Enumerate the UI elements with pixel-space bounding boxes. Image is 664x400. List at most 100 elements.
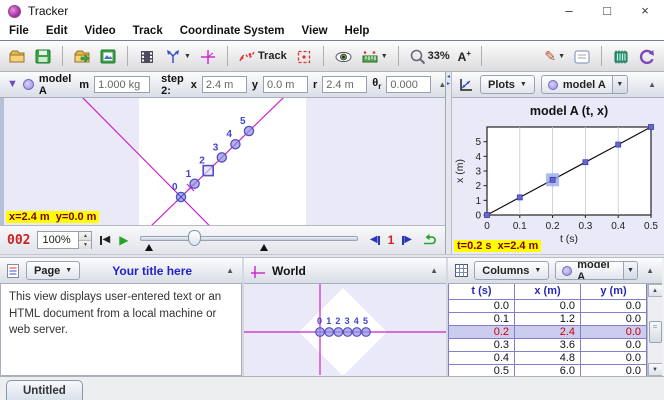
step-point-selected[interactable] (203, 166, 213, 176)
table-scrollbar[interactable]: ▲ ▼ (647, 284, 662, 376)
table-cell[interactable]: 0.1 (449, 312, 515, 325)
collapse-page-button[interactable]: ▲ (224, 266, 236, 275)
menu-video[interactable]: Video (85, 25, 116, 37)
table-cell[interactable]: 0.0 (581, 364, 647, 376)
open-button[interactable] (5, 47, 29, 66)
rate-spinner[interactable]: 100% ▲▼ (37, 231, 92, 249)
table-row[interactable]: 0.44.80.0 (449, 351, 647, 364)
table-cell[interactable]: 0.0 (581, 351, 647, 364)
step-point[interactable] (231, 140, 240, 149)
step-point[interactable] (362, 328, 371, 337)
table-cell[interactable]: 0.0 (581, 338, 647, 351)
step-point[interactable] (316, 328, 325, 337)
table-column-header[interactable]: x (m) (515, 284, 581, 299)
autotracker-button[interactable] (292, 47, 316, 66)
plots-button[interactable]: Plots▼ (480, 75, 535, 94)
measure-button[interactable]: ▼ (358, 47, 391, 66)
track-menu-icon[interactable]: ▼ (7, 79, 18, 90)
collapse-table-button[interactable]: ▲ (644, 266, 656, 275)
table-track-selector[interactable]: model A ▼ (555, 261, 638, 280)
menu-help[interactable]: Help (345, 25, 370, 37)
scrollbar-thumb[interactable] (649, 321, 662, 343)
step-point[interactable] (325, 328, 334, 337)
dropdown-arrow-icon[interactable]: ▼ (623, 262, 637, 279)
mass-field[interactable] (94, 76, 150, 93)
table-cell[interactable]: 0.0 (515, 299, 581, 312)
r-field[interactable] (322, 76, 367, 93)
table-cell[interactable]: 3.6 (515, 338, 581, 351)
table-cell[interactable]: 2.4 (515, 325, 581, 338)
menu-coordinate-system[interactable]: Coordinate System (180, 25, 285, 37)
table-cell[interactable]: 0.4 (449, 351, 515, 364)
plot-point[interactable] (616, 142, 621, 147)
refresh-button[interactable] (635, 47, 659, 66)
export-button[interactable] (96, 47, 120, 66)
close-button[interactable]: × (626, 0, 664, 22)
plot-track-selector[interactable]: model A ▼ (541, 75, 628, 94)
step-forward-button[interactable]: ▶ (401, 235, 413, 245)
slider-track[interactable] (140, 236, 357, 241)
collapse-world-button[interactable]: ▲ (428, 266, 440, 275)
clip-in-marker[interactable] (145, 244, 153, 251)
table-cell[interactable]: 4.8 (515, 351, 581, 364)
theta-field[interactable] (386, 76, 431, 93)
scroll-up-icon[interactable]: ▲ (648, 284, 663, 297)
rate-value[interactable]: 100% (38, 232, 78, 248)
clip-settings-button[interactable] (135, 47, 159, 66)
font-size-button[interactable]: A+ (455, 48, 474, 65)
clip-out-marker[interactable] (260, 244, 268, 251)
page-button[interactable]: Page▼ (26, 261, 80, 280)
step-point[interactable] (343, 328, 352, 337)
y-field[interactable] (263, 76, 308, 93)
minimize-button[interactable]: – (550, 0, 588, 22)
table-cell[interactable]: 0.3 (449, 338, 515, 351)
step-point[interactable] (334, 328, 343, 337)
step-back-button[interactable]: ◀ (369, 235, 381, 245)
loop-button[interactable] (420, 233, 438, 248)
video-view[interactable]: 012345 x=2.4 m y=0.0 m (0, 98, 445, 225)
step-point[interactable] (190, 179, 199, 188)
step-point[interactable] (244, 126, 253, 135)
play-button[interactable]: ▶ (118, 235, 129, 245)
scroll-down-icon[interactable]: ▼ (648, 363, 663, 376)
table-cell[interactable]: 0.0 (581, 312, 647, 325)
table-cell[interactable]: 0.2 (449, 325, 515, 338)
drawings-button[interactable]: ✎ ▼ (541, 48, 568, 64)
step-size-label[interactable]: 1 (388, 233, 395, 247)
table-row[interactable]: 0.00.00.0 (449, 299, 647, 312)
page-content[interactable]: This view displays user-entered text or … (0, 284, 242, 376)
plot-point[interactable] (517, 195, 522, 200)
menu-edit[interactable]: Edit (46, 25, 68, 37)
step-point[interactable] (217, 153, 226, 162)
track-name[interactable]: model A (39, 73, 71, 97)
frame-slider[interactable] (140, 227, 357, 253)
plot-point[interactable] (649, 125, 654, 130)
table-row[interactable]: 0.56.00.0 (449, 364, 647, 376)
axes-button[interactable] (196, 47, 220, 66)
columns-button[interactable]: Columns▼ (474, 261, 549, 280)
plot-point[interactable] (550, 177, 555, 182)
rate-up-button[interactable]: ▲ (79, 232, 91, 240)
reset-button[interactable]: ◀ (99, 235, 111, 245)
table-cell[interactable]: 6.0 (515, 364, 581, 376)
visibility-button[interactable] (331, 47, 356, 66)
table-column-header[interactable]: y (m) (581, 284, 647, 299)
collapse-plot-button[interactable]: ▲ (646, 80, 658, 89)
table-row[interactable]: 0.11.20.0 (449, 312, 647, 325)
table-row[interactable]: 0.33.60.0 (449, 338, 647, 351)
slider-thumb[interactable] (188, 230, 201, 246)
menu-track[interactable]: Track (133, 25, 163, 37)
menu-view[interactable]: View (302, 25, 328, 37)
table-row[interactable]: 0.22.40.0 (449, 325, 647, 338)
world-view[interactable]: 012345 (244, 284, 446, 376)
plot-point[interactable] (485, 213, 490, 218)
dropdown-arrow-icon[interactable]: ▼ (612, 76, 627, 93)
tab-untitled[interactable]: Untitled (6, 380, 83, 400)
import-button[interactable] (70, 47, 94, 66)
table-cell[interactable]: 0.0 (581, 325, 647, 338)
step-point[interactable] (353, 328, 362, 337)
menu-file[interactable]: File (9, 25, 29, 37)
calibration-button[interactable]: ▼ (161, 47, 194, 66)
table-cell[interactable]: 1.2 (515, 312, 581, 325)
x-field[interactable] (202, 76, 247, 93)
